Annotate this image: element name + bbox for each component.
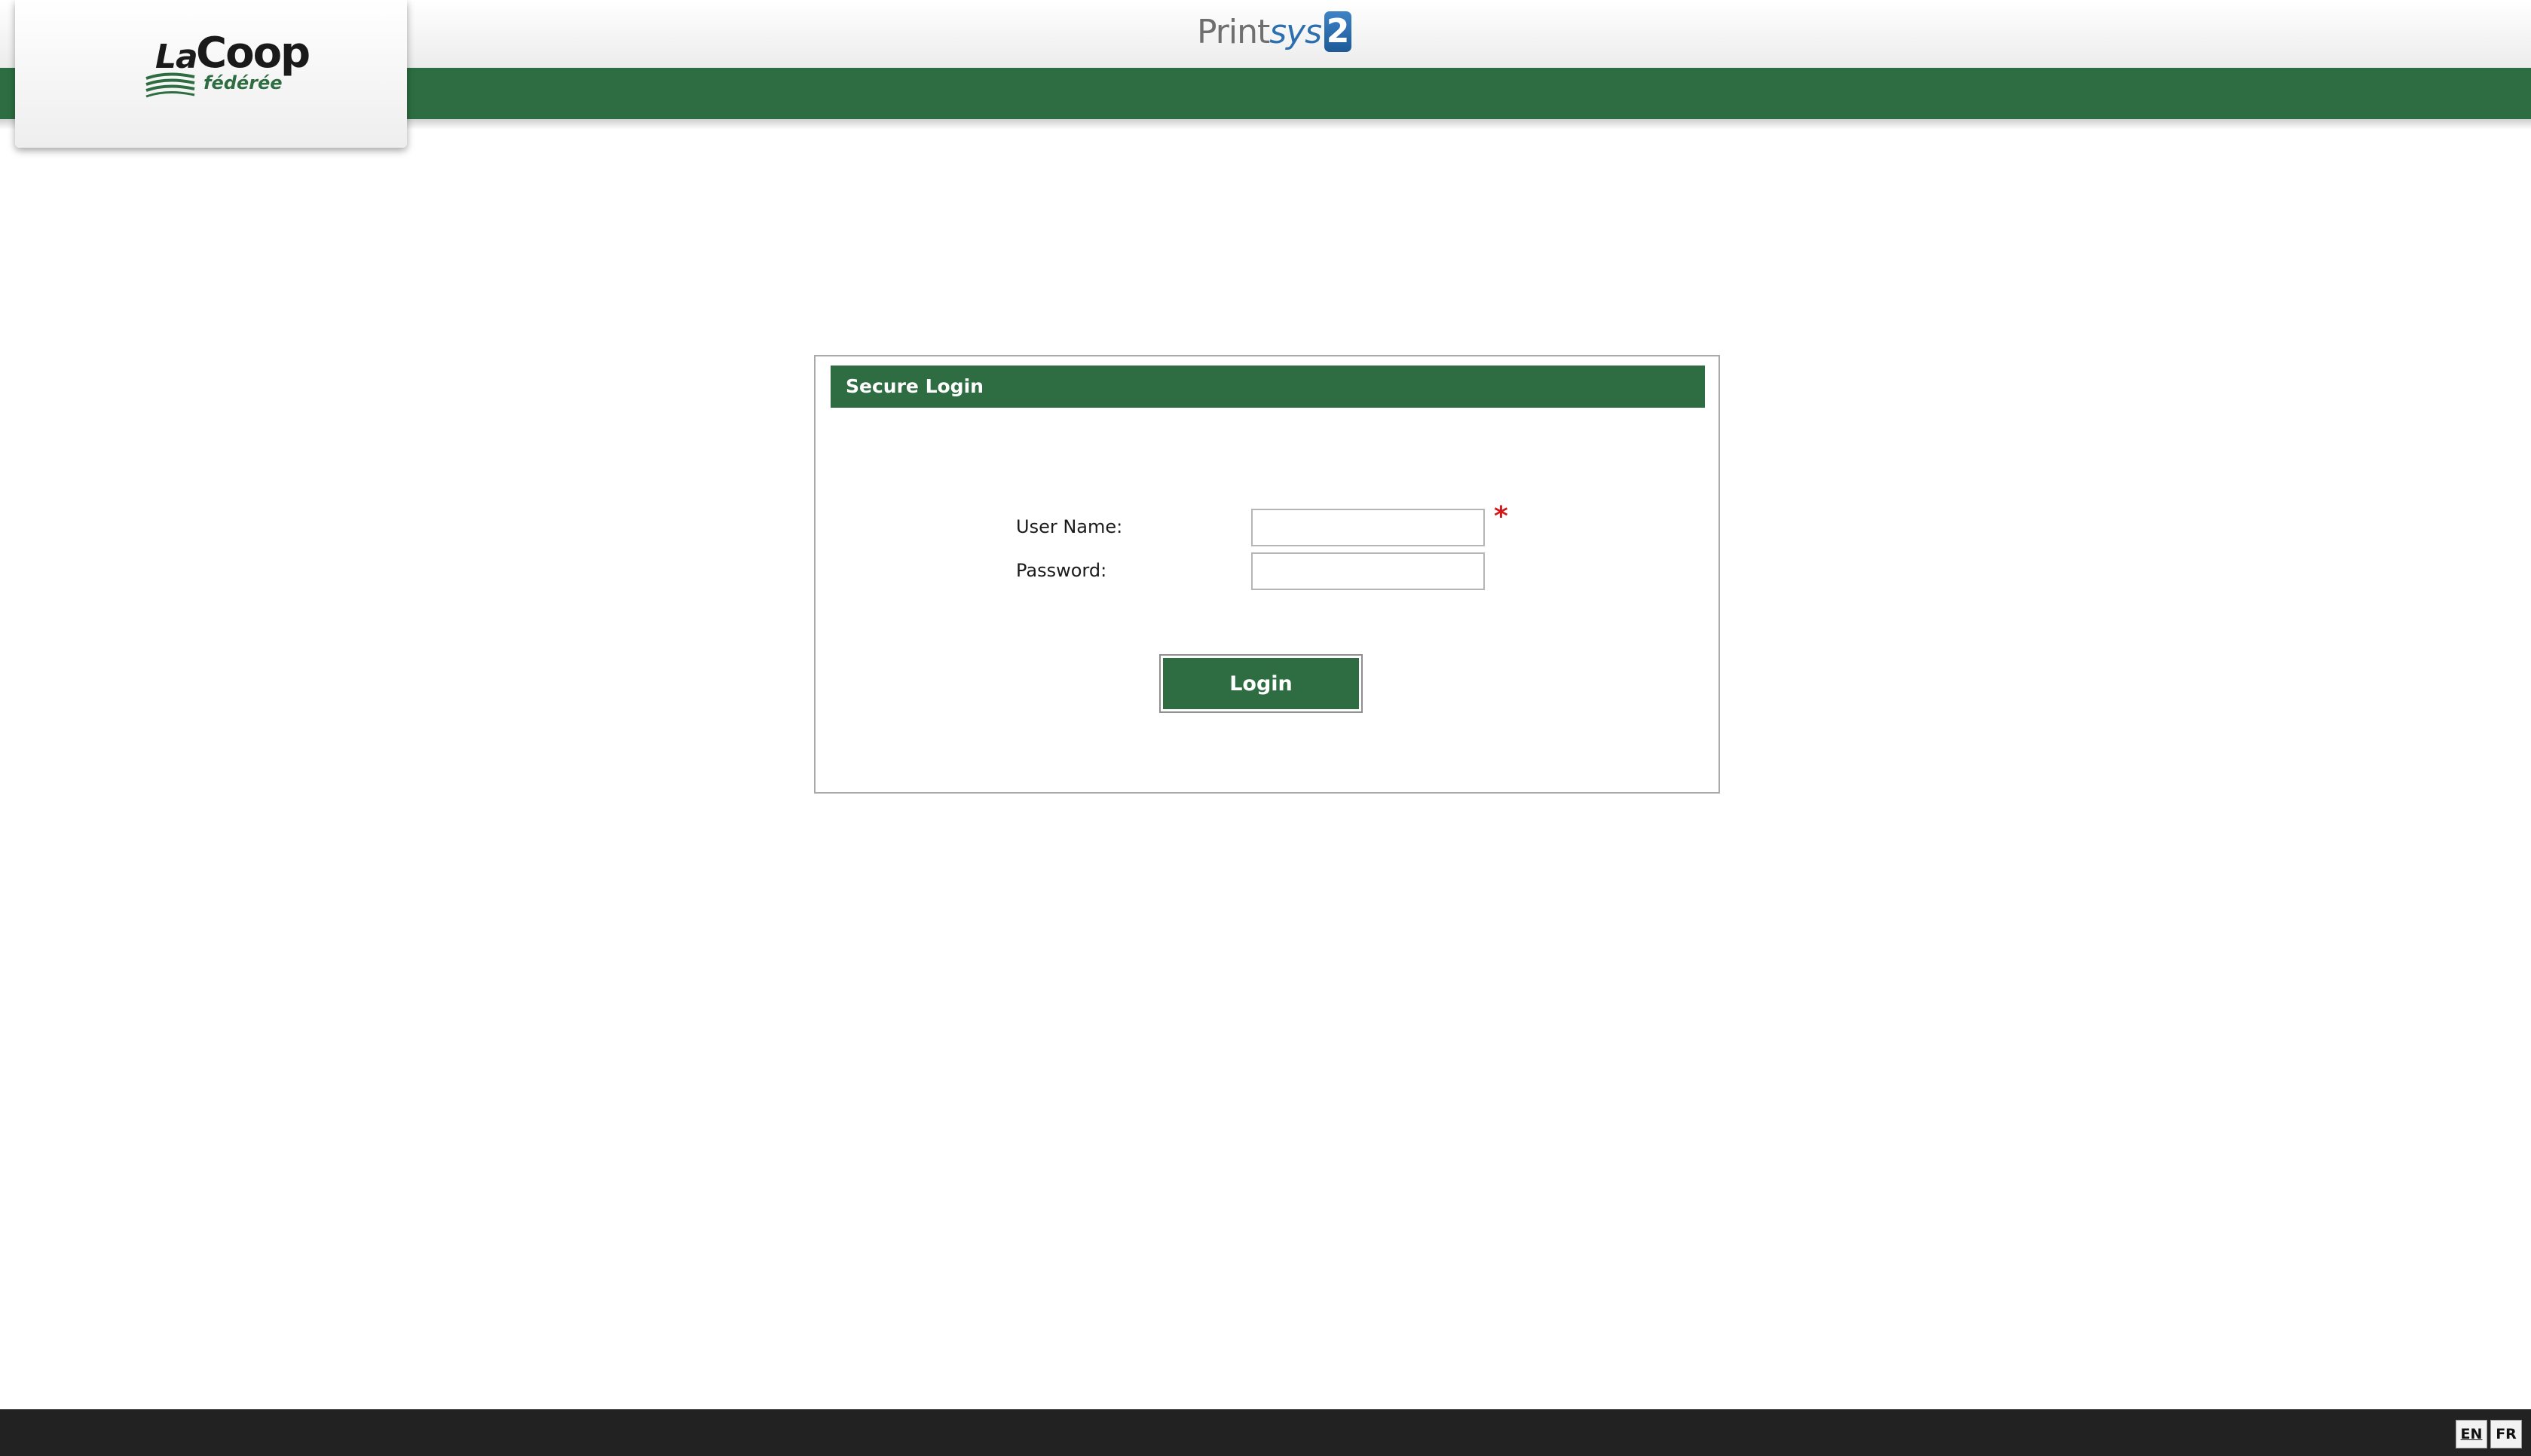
product-version-badge: 2 (1324, 11, 1352, 52)
username-input[interactable] (1251, 509, 1485, 546)
login-button-label: Login (1163, 658, 1359, 709)
brand-name-prefix: La (155, 38, 198, 76)
product-logo: Print sys 2 (1197, 11, 1352, 53)
brand-logo: La Coop fédérée (128, 29, 311, 106)
language-en-button[interactable]: EN (2456, 1420, 2487, 1448)
required-field-marker: * (1494, 501, 1508, 532)
footer-bar: EN FR (0, 1409, 2531, 1456)
login-page: Print sys 2 La Coop fédérée Secure Login… (0, 0, 2531, 1456)
password-input[interactable] (1251, 552, 1485, 590)
brand-subtitle: fédérée (204, 72, 283, 93)
login-panel-header: Secure Login (831, 366, 1705, 408)
product-name-sys: sys (1269, 12, 1322, 51)
login-title: Secure Login (846, 375, 984, 397)
login-panel: Secure Login User Name: * Password: Logi… (814, 355, 1720, 794)
language-fr-button[interactable]: FR (2490, 1420, 2522, 1448)
brand-logo-card: La Coop fédérée (15, 0, 407, 148)
field-waves-icon (145, 72, 195, 98)
language-switcher: EN FR (2456, 1420, 2522, 1448)
product-name-print: Print (1197, 12, 1270, 51)
username-label: User Name: (1016, 516, 1123, 537)
login-button[interactable]: Login (1159, 654, 1363, 713)
brand-name: Coop (196, 29, 311, 78)
password-label: Password: (1016, 560, 1107, 581)
